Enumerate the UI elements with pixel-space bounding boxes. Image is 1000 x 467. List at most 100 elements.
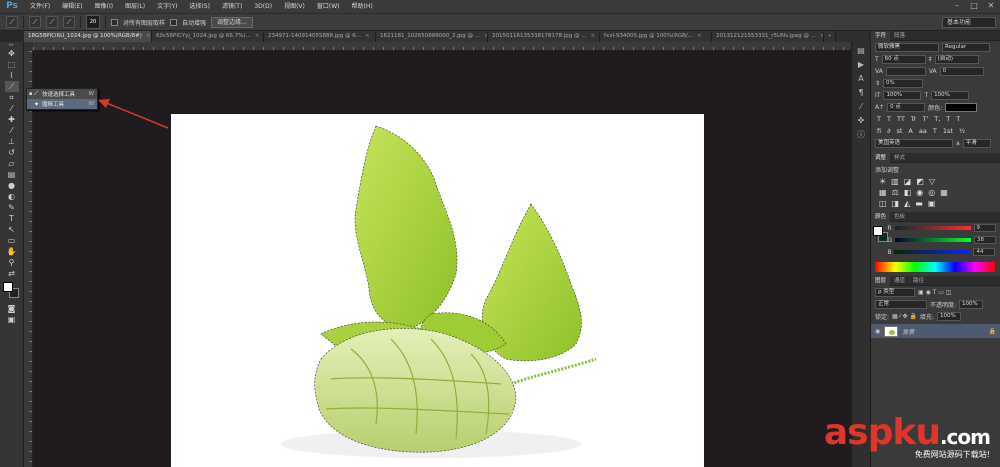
color-panel-foreground[interactable] bbox=[873, 226, 883, 236]
color-spectrum-bar[interactable] bbox=[875, 262, 995, 272]
tab-styles[interactable]: 样式 bbox=[890, 153, 909, 163]
language-select[interactable]: 美国英语 bbox=[875, 138, 953, 148]
tool-preset-picker[interactable]: ⟋ bbox=[6, 16, 18, 28]
tab-paths[interactable]: 路径 bbox=[909, 276, 928, 286]
type-style-button[interactable]: TT bbox=[897, 115, 905, 123]
hand-tool-icon[interactable]: ✋ bbox=[5, 246, 19, 257]
zoom-tool-icon[interactable]: ⚲ bbox=[5, 257, 19, 268]
crop-tool-icon[interactable]: ⌗ bbox=[5, 92, 19, 103]
anti-alias-select[interactable]: 平滑 bbox=[962, 138, 991, 148]
menu-item[interactable]: 文件(F) bbox=[24, 0, 56, 13]
close-tab-icon[interactable]: × bbox=[591, 31, 596, 42]
selective-color-icon[interactable]: ▣ bbox=[928, 199, 936, 208]
layer-row-background[interactable]: ◉ 背景 🔒 bbox=[871, 324, 1000, 338]
path-selection-icon[interactable]: ↖ bbox=[5, 224, 19, 235]
type-style-button[interactable]: ∂ bbox=[887, 127, 890, 135]
tab-paragraph[interactable]: 段落 bbox=[890, 31, 909, 41]
brightness-icon[interactable]: ☀ bbox=[879, 177, 886, 186]
type-style-button[interactable]: aa bbox=[919, 127, 927, 135]
foreground-color-swatch[interactable] bbox=[2, 282, 13, 292]
levels-icon[interactable]: ▥ bbox=[891, 177, 899, 186]
document-tab[interactable]: 20150116135338178178.jpg @ ... × bbox=[488, 31, 600, 42]
dodge-tool-icon[interactable]: ◐ bbox=[5, 191, 19, 202]
document-tab[interactable]: 18G58PICi6U_1024.jpg @ 100%(RGB/8#) × bbox=[24, 31, 152, 42]
maximize-button[interactable]: □ bbox=[967, 1, 981, 11]
menu-item[interactable]: 视图(V) bbox=[278, 0, 311, 13]
gradient-map-icon[interactable]: ▬ bbox=[915, 199, 923, 208]
menu-item[interactable]: 帮助(H) bbox=[346, 0, 379, 13]
layer-filter-select[interactable]: ρ 类型 bbox=[875, 287, 915, 297]
menu-item[interactable]: 窗口(W) bbox=[311, 0, 346, 13]
history-panel-icon[interactable]: ▤ bbox=[854, 45, 868, 56]
character-panel-icon[interactable]: A bbox=[854, 73, 868, 84]
lasso-tool-icon[interactable]: ⌇ bbox=[5, 70, 19, 81]
tracking-field[interactable]: 0 bbox=[939, 66, 984, 76]
flyout-item-magic-wand[interactable]: ✦ 魔棒工具 W bbox=[27, 99, 97, 109]
info-panel-icon[interactable]: ⓘ bbox=[854, 129, 868, 140]
tab-character[interactable]: 字符 bbox=[871, 30, 891, 41]
close-tab-icon[interactable]: × bbox=[255, 31, 260, 42]
flyout-item-quick-selection[interactable]: ▪ ⟋ 快速选择工具 W bbox=[27, 89, 97, 99]
type-style-button[interactable]: T, bbox=[934, 115, 940, 123]
threshold-icon[interactable]: ◭ bbox=[904, 199, 910, 208]
sample-all-layers-checkbox[interactable] bbox=[111, 18, 118, 26]
font-size-field[interactable]: 60 点 bbox=[881, 54, 926, 64]
move-tool-icon[interactable]: ✥ bbox=[5, 48, 19, 59]
type-tool-icon[interactable]: T bbox=[5, 213, 19, 224]
type-style-button[interactable]: T bbox=[933, 127, 937, 135]
color-lookup-icon[interactable]: ▦ bbox=[940, 188, 948, 197]
type-style-button[interactable]: Tr bbox=[911, 115, 917, 123]
menu-item[interactable]: 图层(L) bbox=[119, 0, 151, 13]
screen-mode-icon[interactable]: ▣ bbox=[5, 314, 19, 325]
refine-edge-button[interactable]: 调整边缘... bbox=[211, 16, 253, 28]
auto-enhance-checkbox[interactable] bbox=[170, 18, 178, 26]
type-style-button[interactable]: T' bbox=[922, 115, 928, 123]
eraser-tool-icon[interactable]: ▱ bbox=[5, 158, 19, 169]
exposure-icon[interactable]: ◩ bbox=[916, 177, 924, 186]
brush-panel-icon[interactable]: ⁄ bbox=[854, 101, 868, 112]
document-tab[interactable]: 234971-14091405S888.jpg @ 6... × bbox=[264, 31, 376, 42]
document-canvas[interactable] bbox=[171, 114, 704, 467]
type-style-button[interactable]: A bbox=[908, 127, 912, 135]
brush-size-picker[interactable]: 20 bbox=[86, 15, 100, 29]
font-style-select[interactable]: Regular bbox=[942, 42, 990, 52]
magic-wand-tool-icon[interactable]: ⟋ bbox=[4, 81, 19, 92]
baseline-field[interactable]: 0 点 bbox=[887, 102, 926, 112]
channel-mixer-icon[interactable]: ◎ bbox=[928, 188, 935, 197]
healing-brush-icon[interactable]: ✚ bbox=[5, 114, 19, 125]
minimize-button[interactable]: – bbox=[950, 1, 964, 11]
eye-icon[interactable]: ◉ bbox=[875, 328, 880, 335]
type-style-button[interactable]: fi bbox=[877, 127, 881, 135]
green-value[interactable]: 38 bbox=[974, 236, 996, 244]
type-style-button[interactable]: 1st bbox=[943, 127, 953, 135]
type-style-button[interactable]: ½ bbox=[959, 127, 965, 135]
hue-saturation-icon[interactable]: ▦ bbox=[879, 188, 887, 197]
actions-panel-icon[interactable]: ▶ bbox=[854, 59, 868, 70]
type-style-button[interactable]: T bbox=[887, 115, 891, 123]
menu-item[interactable]: 图像(I) bbox=[89, 0, 119, 13]
subtract-from-selection-icon[interactable]: ⟋ bbox=[63, 16, 75, 28]
opacity-field[interactable]: 100% bbox=[959, 299, 984, 309]
paragraph-panel-icon[interactable]: ¶ bbox=[854, 87, 868, 98]
close-tab-icon[interactable]: × bbox=[365, 31, 370, 42]
document-tab[interactable]: fxxl-934005.jpg @ 100%(RGB/... × bbox=[600, 31, 712, 42]
color-swatches[interactable] bbox=[2, 282, 21, 300]
vertical-scale-field[interactable]: 100% bbox=[883, 90, 922, 100]
menu-item[interactable]: 编辑(E) bbox=[56, 0, 88, 13]
font-family-select[interactable]: 微软雅黑 bbox=[875, 42, 939, 52]
kerning-field[interactable] bbox=[885, 66, 926, 76]
eyedropper-tool-icon[interactable]: ⁄ bbox=[5, 103, 19, 114]
vibrance-icon[interactable]: ▽ bbox=[929, 177, 935, 186]
new-selection-icon[interactable]: ⟋ bbox=[29, 16, 41, 28]
lock-icons[interactable]: ▦ ⁄ ✥ 🔒 bbox=[892, 313, 917, 320]
document-tab[interactable]: 60c58PICYyj_1024.jpg @ 66.7%(... × bbox=[152, 31, 264, 42]
swap-colors-icon[interactable]: ⇄ bbox=[5, 268, 19, 279]
workspace-select[interactable]: 基本功能 bbox=[942, 17, 996, 28]
quick-mask-icon[interactable]: ◙ bbox=[5, 303, 19, 314]
color-balance-icon[interactable]: ⚖ bbox=[892, 188, 899, 197]
leading-field[interactable]: (自动) bbox=[934, 54, 979, 64]
menu-item[interactable]: 文字(Y) bbox=[151, 0, 183, 13]
text-color-swatch[interactable] bbox=[945, 102, 978, 112]
marquee-tool-icon[interactable]: ⬚ bbox=[5, 59, 19, 70]
type-style-button[interactable]: st bbox=[896, 127, 902, 135]
